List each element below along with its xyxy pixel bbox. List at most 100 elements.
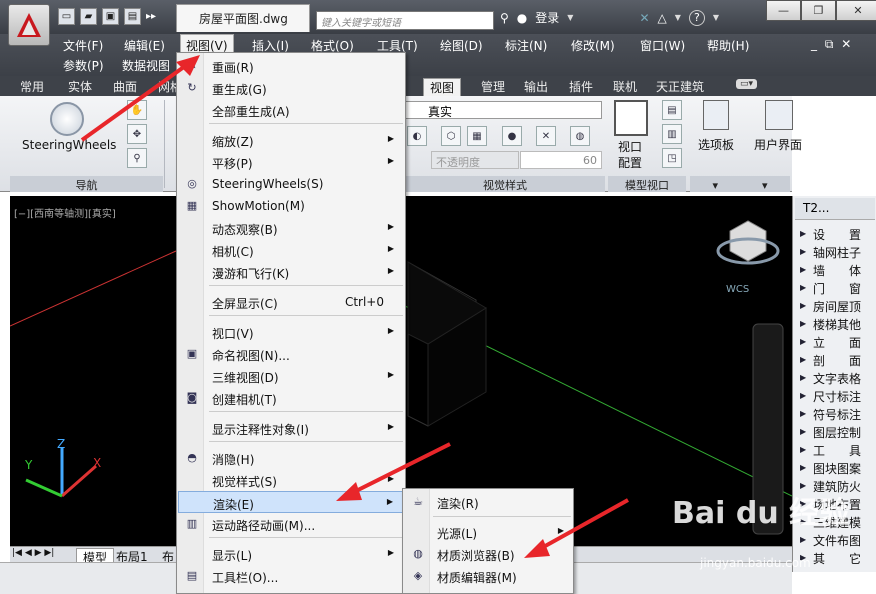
- search-input[interactable]: 键入关键字或短语: [316, 11, 494, 30]
- view-menu-item[interactable]: 工具栏(O)... ▤: [178, 565, 404, 587]
- palette-item[interactable]: 其 它: [813, 550, 861, 567]
- tab-home[interactable]: 常用: [20, 78, 44, 95]
- tab-solid[interactable]: 实体: [68, 78, 92, 95]
- viewport-controls-label[interactable]: [−][西南等轴测][真实]: [14, 205, 116, 220]
- menu-parametric[interactable]: 参数(P): [58, 55, 109, 76]
- tool-palettes-button[interactable]: 选项板: [698, 136, 734, 153]
- menu-data-view[interactable]: 数据视图: [117, 55, 175, 76]
- tab-plugins[interactable]: 插件: [569, 78, 593, 95]
- menu-dimension[interactable]: 标注(N): [500, 35, 552, 56]
- view-menu-item[interactable]: 重生成(G) ↻: [178, 77, 404, 99]
- palette-expand-icon[interactable]: ▶: [800, 265, 806, 274]
- application-menu-button[interactable]: [8, 4, 50, 46]
- xray-icon[interactable]: ✕: [536, 126, 556, 146]
- close-button[interactable]: ✕: [836, 0, 876, 21]
- palette-item[interactable]: 墙 体: [813, 262, 861, 279]
- view-menu-item[interactable]: ShowMotion(M) ▦: [178, 195, 404, 217]
- mdi-window-controls[interactable]: _ ⧉ ✕: [806, 35, 858, 54]
- tab-tangent[interactable]: 天正建筑: [656, 78, 704, 95]
- clip-viewport-icon[interactable]: ◳: [662, 148, 682, 168]
- render-submenu-item[interactable]: 光源(L) ▶: [404, 521, 572, 543]
- new-file-icon[interactable]: ▭: [58, 8, 75, 25]
- palette-item[interactable]: 设 置: [813, 226, 861, 243]
- palette-expand-icon[interactable]: ▶: [800, 427, 806, 436]
- palette-item[interactable]: 图块图案: [813, 460, 861, 477]
- tab-online[interactable]: 联机: [613, 78, 637, 95]
- render-submenu-item[interactable]: 材质浏览器(B) ◍: [404, 543, 572, 565]
- autodesk-icon[interactable]: △: [658, 11, 667, 25]
- ribbon-options-button[interactable]: ▭▾: [736, 79, 758, 89]
- save-icon[interactable]: ▣: [102, 8, 119, 25]
- palette-item[interactable]: 文件布图: [813, 532, 861, 549]
- layout-nav-arrows[interactable]: |◀ ◀ ▶ ▶|: [12, 548, 54, 558]
- user-icon[interactable]: ●: [517, 11, 527, 25]
- palette-expand-icon[interactable]: ▶: [800, 337, 806, 346]
- palette-item[interactable]: 门 窗: [813, 280, 861, 297]
- viewport-config-label-2[interactable]: 配置: [618, 154, 642, 171]
- shading-icon[interactable]: ◐: [407, 126, 427, 146]
- opacity-value-input[interactable]: 60: [520, 151, 602, 169]
- steeringwheels-icon[interactable]: [50, 102, 84, 136]
- menu-help[interactable]: 帮助(H): [702, 35, 754, 56]
- menu-window[interactable]: 窗口(W): [635, 35, 690, 56]
- viewport-config-icon[interactable]: [614, 100, 648, 136]
- render-submenu-item[interactable]: 材质编辑器(M) ◈: [404, 565, 572, 587]
- navigation-panel-label[interactable]: 导航: [10, 176, 163, 192]
- binoculars-icon[interactable]: ⚲: [500, 11, 509, 25]
- steeringwheels-button[interactable]: SteeringWheels: [22, 138, 116, 152]
- user-interface-icon[interactable]: [765, 100, 793, 130]
- edges-icon[interactable]: ⬡: [441, 126, 461, 146]
- palette-expand-icon[interactable]: ▶: [800, 247, 806, 256]
- visual-styles-panel-label[interactable]: 视觉样式: [405, 176, 605, 192]
- tool-palettes-icon[interactable]: [703, 100, 729, 130]
- palette-item[interactable]: 立 面: [813, 334, 861, 351]
- palette-item[interactable]: 尺寸标注: [813, 388, 861, 405]
- view-menu-item[interactable]: 创建相机(T) ◙: [178, 387, 404, 409]
- view-menu-item[interactable]: 漫游和飞行(K) ▶: [178, 261, 404, 283]
- palette-title[interactable]: T2...: [795, 198, 875, 220]
- palette-expand-icon[interactable]: ▶: [800, 355, 806, 364]
- palette-expand-icon[interactable]: ▶: [800, 445, 806, 454]
- palette-item[interactable]: 轴网柱子: [813, 244, 861, 261]
- view-menu-item[interactable]: 全部重生成(A): [178, 99, 404, 121]
- view-menu-item[interactable]: 视口(V) ▶: [178, 321, 404, 343]
- opacity-slider[interactable]: 不透明度: [431, 151, 519, 169]
- tab-output[interactable]: 输出: [524, 78, 548, 95]
- palette-expand-icon[interactable]: ▶: [800, 409, 806, 418]
- save-as-icon[interactable]: ▤: [124, 8, 141, 25]
- view-menu-item[interactable]: 显示注释性对象(I) ▶: [178, 417, 404, 439]
- render-submenu-item[interactable]: 渲染(R) ☕: [404, 491, 572, 513]
- palette-item[interactable]: 房间屋顶: [813, 298, 861, 315]
- facets-icon[interactable]: ▦: [467, 126, 487, 146]
- tab-surface[interactable]: 曲面: [113, 78, 137, 95]
- view-menu-item[interactable]: 命名视图(N)... ▣: [178, 343, 404, 365]
- palettes-panel-foot[interactable]: ▾ ▾: [690, 176, 790, 192]
- palette-item[interactable]: 楼梯其他: [813, 316, 861, 333]
- palette-expand-icon[interactable]: ▶: [800, 463, 806, 472]
- palette-expand-icon[interactable]: ▶: [800, 229, 806, 238]
- user-interface-button[interactable]: 用户界面: [754, 136, 802, 153]
- view-menu-item[interactable]: 三维视图(D) ▶: [178, 365, 404, 387]
- minimize-button[interactable]: —: [766, 0, 801, 21]
- restore-button[interactable]: ❐: [801, 0, 836, 21]
- view-menu-item[interactable]: 全屏显示(C) Ctrl+0: [178, 291, 404, 313]
- chevron-down-icon[interactable]: ▼: [675, 13, 681, 22]
- zoom-icon[interactable]: ⚲: [127, 148, 147, 168]
- viewport-config-label[interactable]: 视口: [618, 138, 642, 155]
- palette-item[interactable]: 工 具: [813, 442, 861, 459]
- palette-item[interactable]: 剖 面: [813, 352, 861, 369]
- view-menu-item[interactable]: 消隐(H) ◓: [178, 447, 404, 469]
- login-link[interactable]: 登录: [535, 9, 559, 26]
- palette-expand-icon[interactable]: ▶: [800, 391, 806, 400]
- visual-style-select[interactable]: 真实: [405, 101, 602, 119]
- view-menu-item[interactable]: 缩放(Z) ▶: [178, 129, 404, 151]
- view-menu-item[interactable]: 动态观察(B) ▶: [178, 217, 404, 239]
- model-viewports-panel-label[interactable]: 模型视口: [608, 176, 686, 192]
- sphere-icon[interactable]: ●: [502, 126, 522, 146]
- palette-item[interactable]: 符号标注: [813, 406, 861, 423]
- chevron-down-icon[interactable]: ▼: [567, 13, 573, 22]
- tab-manage[interactable]: 管理: [481, 78, 505, 95]
- view-menu-item[interactable]: 重画(R) ✎: [178, 55, 404, 77]
- view-menu-item[interactable]: 显示(L) ▶: [178, 543, 404, 565]
- view-menu-item[interactable]: 相机(C) ▶: [178, 239, 404, 261]
